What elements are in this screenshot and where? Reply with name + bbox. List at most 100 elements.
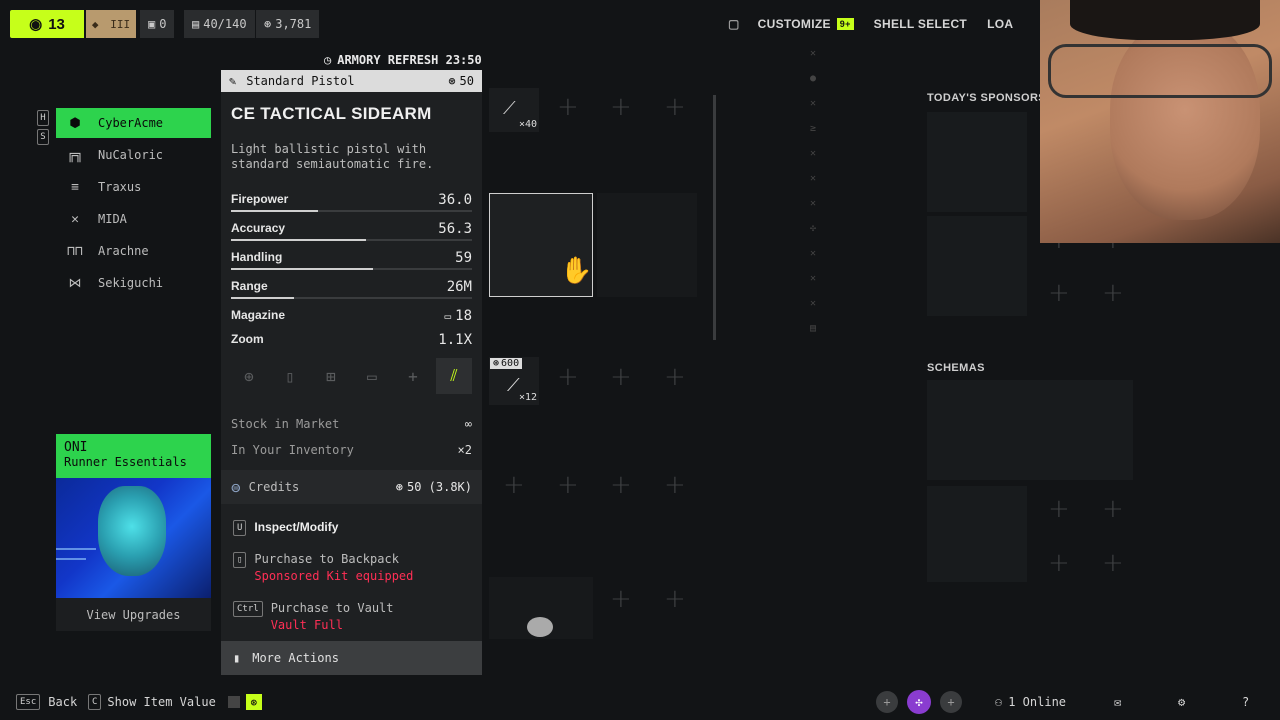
faction-chips[interactable]: ◆ III (86, 10, 136, 38)
stat-zoom: Zoom 1.1X (231, 332, 472, 348)
rail-icon: ≥ (809, 123, 817, 134)
empty-slot-icon: + (664, 470, 686, 500)
grid-item-ammo[interactable]: ⟋ ×40 (489, 88, 539, 132)
add-mod-icon[interactable]: + (395, 358, 431, 394)
stat-bar (231, 268, 472, 270)
customize-key-icon: ▢ (728, 17, 740, 31)
rail-icon: ✕ (809, 48, 817, 59)
help-icon[interactable]: ? (1242, 695, 1249, 709)
grid-item-qty: ×12 (518, 392, 537, 403)
sidebar-item-cyberacme[interactable]: ⬢ CyberAcme (56, 108, 211, 138)
sidebar-item-traxus[interactable]: ≡ Traxus (56, 172, 211, 202)
category-rail: ✕ ● ✕ ≥ ✕ ✕ ✕ ✣ ✕ ✕ ✕ ▤ (806, 48, 820, 334)
sidebar-item-sekiguchi[interactable]: ⋈ Sekiguchi (56, 268, 211, 298)
empty-slot-icon: + (610, 470, 632, 500)
sidebar-item-arachne[interactable]: ⊓⊓ Arachne (56, 236, 211, 266)
schemas-title: SCHEMAS (927, 362, 985, 374)
stat-label: Accuracy (231, 221, 286, 235)
show-item-value-toggle[interactable]: C Show Item Value ⊛ (88, 694, 262, 710)
grid-scrollbar[interactable] (713, 95, 716, 340)
mod-slots: ⊕ ▯ ⊞ ▭ + ⫽ (231, 358, 472, 394)
more-actions-label: More Actions (252, 651, 339, 665)
barrel-slot-icon[interactable]: ▭ (354, 358, 390, 394)
magazine-slot-icon[interactable]: ▯ (272, 358, 308, 394)
sidebar-item-label: NuCaloric (98, 148, 164, 162)
purchase-backpack-action[interactable]: ▯ Purchase to Backpack Sponsored Kit equ… (233, 552, 413, 583)
ammo-slot-icon[interactable]: ⫽ (436, 358, 472, 394)
empty-slot-icon: + (1102, 494, 1124, 524)
level-badge: ◉ 13 (10, 10, 84, 38)
schema-card[interactable] (927, 486, 1027, 582)
grid-item-price-tag: ⊛ 600 (490, 358, 523, 369)
party-avatar[interactable]: ✣ (907, 690, 931, 714)
vault-key: Ctrl (233, 601, 263, 617)
grid-item-injector[interactable]: ⊛ 600 ⟋ ×12 (489, 357, 539, 405)
stat-magazine: Magazine ▭ 18 (231, 308, 472, 324)
mail-icon[interactable]: ✉ (1114, 695, 1121, 709)
optic-slot-icon[interactable]: ⊕ (231, 358, 267, 394)
more-actions-button[interactable]: ▮ More Actions (221, 641, 482, 675)
add-party-icon[interactable]: + (940, 691, 962, 713)
grid-item-selected[interactable]: ✋ (489, 193, 593, 297)
nucaloric-icon: ╔╗ (67, 147, 83, 163)
inspect-modify-action[interactable]: U Inspect/Modify (233, 520, 338, 536)
armory-refresh-text: ARMORY REFRESH 23:50 (337, 53, 482, 67)
faction-icon-b: III (110, 17, 131, 31)
toggle-off-icon (227, 696, 240, 708)
counter-a-value: 0 (159, 17, 167, 31)
purchase-vault-action[interactable]: Ctrl Purchase to Vault Vault Full (233, 601, 394, 632)
online-label: 1 Online (1008, 695, 1067, 709)
todays-sponsors-title: TODAY'S SPONSORS (927, 92, 1047, 104)
empty-slot-icon: + (1048, 494, 1070, 524)
faction-icon-a: ◆ (91, 17, 99, 31)
inventory-label: In Your Inventory (231, 443, 354, 457)
empty-slot-icon: + (610, 362, 632, 392)
item-name: CE TACTICAL SIDEARM (231, 104, 432, 123)
empty-slot-icon: + (1102, 548, 1124, 578)
sponsor-card[interactable] (927, 112, 1027, 212)
credits-icon: ⊛ (264, 17, 272, 31)
add-party-icon[interactable]: + (876, 691, 898, 713)
sidebar-item-label: Arachne (98, 244, 149, 258)
rail-icon: ✣ (809, 223, 817, 234)
sidebar-item-mida[interactable]: ✕ MIDA (56, 204, 211, 234)
ammo-icon: ⟋ (503, 98, 516, 119)
stat-value: 26M (446, 279, 472, 295)
esc-key: Esc (16, 694, 41, 710)
toggle-on-icon: ⊛ (245, 694, 262, 710)
empty-slot-icon: + (1048, 278, 1070, 308)
key-s: S (37, 129, 49, 145)
grid-item-helmet[interactable] (489, 577, 593, 639)
schema-card[interactable] (927, 380, 1133, 480)
inventory-capacity: ▤ 40/140 (184, 10, 255, 38)
shell-select-tab[interactable]: SHELL SELECT (874, 17, 967, 31)
rail-icon: ✕ (809, 98, 817, 109)
grid-item-price: 600 (501, 358, 520, 369)
back-button[interactable]: Esc Back (16, 694, 77, 710)
stat-label: Zoom (231, 332, 264, 346)
oni-promo-card[interactable]: ONI Runner Essentials View Upgrades (56, 434, 211, 631)
empty-slot-icon: + (664, 584, 686, 614)
item-description: Light ballistic pistol with standard sem… (231, 142, 434, 171)
stat-value: 56.3 (438, 221, 472, 237)
view-upgrades-button[interactable]: View Upgrades (56, 598, 211, 631)
bottom-bar: Esc Back C Show Item Value ⊛ + ✣ + ⚇ 1 O… (0, 684, 1280, 720)
grip-slot-icon[interactable]: ⊞ (313, 358, 349, 394)
settings-gear-icon[interactable]: ⚙ (1178, 695, 1185, 709)
rail-icon: ▤ (809, 323, 817, 334)
rail-icon: ✕ (809, 198, 817, 209)
back-label: Back (48, 695, 78, 709)
item-detail-panel: ✎ Standard Pistol ⊛ 50 CE TACTICAL SIDEA… (221, 70, 482, 675)
grid-item-dim[interactable] (597, 193, 697, 297)
stat-accuracy: Accuracy 56.3 (231, 221, 472, 237)
customize-badge: 9+ (836, 18, 854, 30)
loadout-tab[interactable]: LOA (987, 17, 1013, 31)
online-count[interactable]: ⚇ 1 Online (995, 695, 1066, 709)
sidebar-item-nucaloric[interactable]: ╔╗ NuCaloric (56, 140, 211, 170)
injector-icon: ⟋ (507, 375, 520, 396)
stat-label: Range (231, 279, 268, 293)
purchase-backpack-label: Purchase to Backpack (254, 552, 399, 566)
sponsor-card[interactable] (927, 216, 1027, 316)
vault-warning: Vault Full (270, 618, 343, 632)
customize-tab[interactable]: CUSTOMIZE (758, 17, 831, 31)
